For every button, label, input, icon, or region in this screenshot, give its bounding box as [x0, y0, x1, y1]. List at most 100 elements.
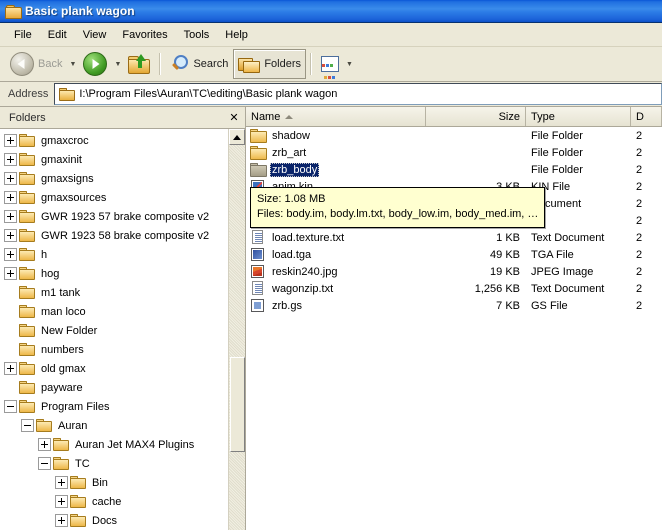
tree-expand-plus-icon[interactable]: [4, 153, 17, 166]
tree-item[interactable]: GWR 1923 58 brake composite v2: [0, 226, 228, 245]
menu-view[interactable]: View: [75, 26, 115, 44]
tree-item[interactable]: payware: [0, 378, 228, 397]
tree-item[interactable]: cache: [0, 492, 228, 511]
file-name: zrb.gs: [272, 299, 302, 312]
tree-item[interactable]: New Folder: [0, 321, 228, 340]
tree-expand-plus-icon[interactable]: [55, 495, 68, 508]
tree-expand-plus-icon[interactable]: [4, 210, 17, 223]
tree-expand-plus-icon[interactable]: [55, 514, 68, 527]
back-button[interactable]: Back: [5, 49, 67, 79]
file-row[interactable]: wagonzip.txt 1,256 KB Text Document 2: [246, 280, 662, 297]
menu-edit[interactable]: Edit: [40, 26, 75, 44]
scrollbar-thumb[interactable]: [229, 357, 245, 452]
tree-collapse-minus-icon[interactable]: [4, 400, 17, 413]
tree-item[interactable]: m1 tank: [0, 283, 228, 302]
file-row[interactable]: shadow File Folder 2: [246, 127, 662, 144]
views-button[interactable]: [316, 49, 344, 79]
folder-open-icon: [249, 162, 267, 177]
address-input[interactable]: I:\Program Files\Auran\TC\editing\Basic …: [54, 83, 662, 105]
tree-expand-plus-icon[interactable]: [4, 134, 17, 147]
tree-item[interactable]: gmaxcroc: [0, 131, 228, 150]
tree-expand-plus-icon[interactable]: [4, 248, 17, 261]
file-name: wagonzip.txt: [272, 282, 334, 295]
tree-item[interactable]: gmaxinit: [0, 150, 228, 169]
views-dropdown-chevron-down-icon[interactable]: ▼: [344, 50, 355, 78]
folders-pane-title: Folders: [9, 111, 46, 124]
file-row[interactable]: reskin240.jpg 19 KB JPEG Image 2: [246, 263, 662, 280]
file-date: 2: [636, 197, 643, 210]
tree-item[interactable]: TC: [0, 454, 228, 473]
tree-expand-plus-icon[interactable]: [4, 229, 17, 242]
folder-icon: [18, 324, 35, 337]
file-row-name-cell: zrb_body: [246, 162, 426, 177]
file-row[interactable]: zrb_art File Folder 2: [246, 144, 662, 161]
column-header-type[interactable]: Type: [526, 107, 631, 126]
tree-item[interactable]: Docs: [0, 511, 228, 530]
close-icon[interactable]: ✕: [226, 110, 242, 125]
tree-item[interactable]: Bin: [0, 473, 228, 492]
file-size: 19 KB: [490, 265, 520, 278]
tree-item[interactable]: Auran: [0, 416, 228, 435]
folder-icon: [69, 495, 86, 508]
forward-button[interactable]: [78, 49, 112, 79]
back-label: Back: [38, 58, 63, 70]
folder-icon: [18, 400, 35, 413]
file-row[interactable]: zrb_body File Folder 2: [246, 161, 662, 178]
tree-expand-plus-icon[interactable]: [55, 476, 68, 489]
column-header-date[interactable]: D: [631, 107, 662, 126]
folders-tree-scrollbar[interactable]: [228, 129, 245, 530]
file-date: 2: [636, 163, 643, 176]
file-type: GS File: [531, 299, 568, 312]
menu-help[interactable]: Help: [217, 26, 256, 44]
search-button[interactable]: Search: [165, 49, 233, 79]
file-list-rows[interactable]: shadow File Folder 2 zrb_art File Folder 2 zrb…: [246, 127, 662, 516]
toolbar-separator-2: [310, 53, 313, 75]
tree-item[interactable]: numbers: [0, 340, 228, 359]
column-header-size[interactable]: Size: [426, 107, 526, 126]
tree-item[interactable]: Program Files: [0, 397, 228, 416]
folders-button[interactable]: Folders: [233, 49, 307, 79]
up-one-level-button[interactable]: [123, 49, 155, 79]
folders-tree[interactable]: gmaxcroc gmaxinit gmaxsigns gmaxsources GWR …: [0, 129, 228, 530]
menu-favorites[interactable]: Favorites: [114, 26, 175, 44]
folder-icon: [18, 305, 35, 318]
file-row-name-cell: zrb_art: [246, 145, 426, 160]
tree-item[interactable]: man loco: [0, 302, 228, 321]
menu-file[interactable]: File: [6, 26, 40, 44]
tree-item[interactable]: GWR 1923 57 brake composite v2: [0, 207, 228, 226]
file-type: TGA File: [531, 248, 574, 261]
tree-item-label: gmaxinit: [41, 153, 82, 166]
back-dropdown-chevron-down-icon[interactable]: ▼: [67, 50, 78, 78]
file-row[interactable]: load.tga 49 KB TGA File 2: [246, 246, 662, 263]
file-type: JPEG Image: [531, 265, 594, 278]
tree-item[interactable]: gmaxsigns: [0, 169, 228, 188]
tooltip-files-line: Files: body.im, body.lm.txt, body_low.im…: [257, 208, 539, 220]
scroll-up-arrow-icon[interactable]: [229, 129, 245, 145]
file-row[interactable]: zrb.gs 7 KB GS File 2: [246, 297, 662, 314]
tree-item[interactable]: old gmax: [0, 359, 228, 378]
tree-expand-plus-icon[interactable]: [4, 191, 17, 204]
tree-expand-plus-icon[interactable]: [4, 172, 17, 185]
folder-icon: [52, 438, 69, 451]
tree-item-label: hog: [41, 267, 60, 280]
tree-expand-plus-icon[interactable]: [4, 362, 17, 375]
tree-collapse-minus-icon[interactable]: [21, 419, 34, 432]
file-date: 2: [636, 299, 643, 312]
forward-dropdown-chevron-down-icon[interactable]: ▼: [112, 50, 123, 78]
file-row-name-cell: reskin240.jpg: [246, 264, 426, 279]
tree-item[interactable]: gmaxsources: [0, 188, 228, 207]
menu-tools[interactable]: Tools: [176, 26, 218, 44]
file-type: File Folder: [531, 146, 583, 159]
explorer-window: Basic plank wagon File Edit View Favorit…: [0, 0, 662, 530]
tree-expand-plus-icon[interactable]: [4, 267, 17, 280]
tree-item[interactable]: Auran Jet MAX4 Plugins: [0, 435, 228, 454]
file-row[interactable]: load.texture.txt 1 KB Text Document 2: [246, 229, 662, 246]
tree-expand-plus-icon[interactable]: [38, 438, 51, 451]
tree-collapse-minus-icon[interactable]: [38, 457, 51, 470]
tree-item[interactable]: h: [0, 245, 228, 264]
file-type: File Folder: [531, 163, 583, 176]
toolbar: Back ▼ ▼ Search Folders ▼: [0, 47, 662, 82]
column-header-name[interactable]: Name: [246, 107, 426, 126]
tree-item[interactable]: hog: [0, 264, 228, 283]
file-date: 2: [636, 248, 643, 261]
